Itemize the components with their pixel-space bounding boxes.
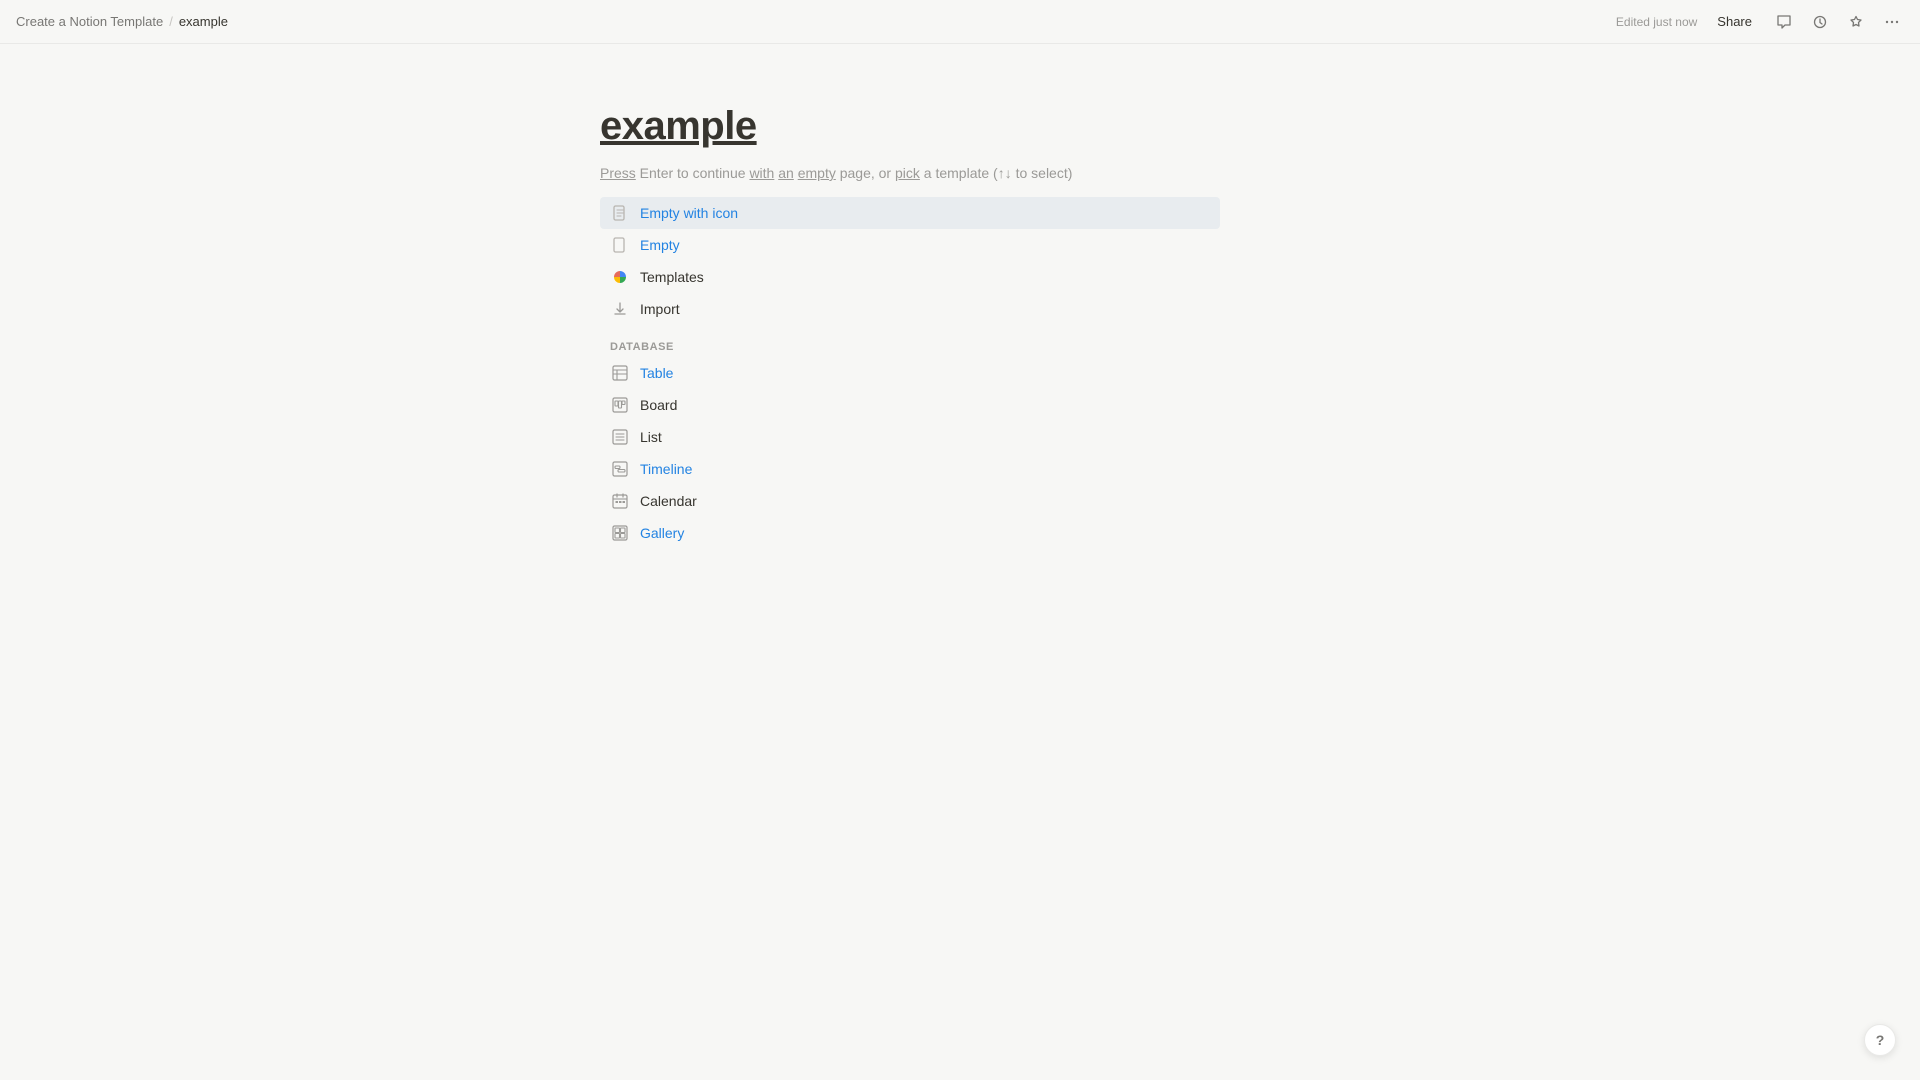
menu-item-calendar[interactable]: Calendar xyxy=(600,485,1220,517)
comment-icon[interactable] xyxy=(1772,10,1796,34)
empty-with-icon-label: Empty with icon xyxy=(640,205,738,221)
doc-icon-empty xyxy=(610,235,630,255)
menu-item-empty[interactable]: Empty xyxy=(600,229,1220,261)
page-body: example Press Enter to continue with an … xyxy=(600,104,1320,549)
list-label: List xyxy=(640,429,662,445)
hint-text: Press Enter to continue with an empty pa… xyxy=(600,165,1320,181)
menu-list: Empty with icon Empty xyxy=(600,197,1220,325)
main-content: example Press Enter to continue with an … xyxy=(0,44,1920,549)
calendar-icon xyxy=(610,491,630,511)
import-label: Import xyxy=(640,301,680,317)
breadcrumb-current: example xyxy=(179,14,228,29)
topbar-actions: Edited just now Share xyxy=(1616,10,1904,34)
templates-icon xyxy=(610,267,630,287)
hint-with: with xyxy=(749,165,774,181)
page-title: example xyxy=(600,104,1320,149)
menu-item-list[interactable]: List xyxy=(600,421,1220,453)
doc-icon xyxy=(610,203,630,223)
menu-item-import[interactable]: Import xyxy=(600,293,1220,325)
history-icon[interactable] xyxy=(1808,10,1832,34)
menu-item-timeline[interactable]: Timeline xyxy=(600,453,1220,485)
timeline-label: Timeline xyxy=(640,461,692,477)
menu-item-gallery[interactable]: Gallery xyxy=(600,517,1220,549)
menu-item-templates[interactable]: Templates xyxy=(600,261,1220,293)
menu-item-empty-with-icon[interactable]: Empty with icon xyxy=(600,197,1220,229)
hint-empty: empty xyxy=(798,165,836,181)
gallery-icon xyxy=(610,523,630,543)
list-icon xyxy=(610,427,630,447)
calendar-label: Calendar xyxy=(640,493,697,509)
help-button[interactable]: ? xyxy=(1864,1024,1896,1056)
hint-press: Press xyxy=(600,165,636,181)
topbar: Create a Notion Template / example Edite… xyxy=(0,0,1920,44)
breadcrumb: Create a Notion Template / example xyxy=(16,14,228,29)
more-options-icon[interactable] xyxy=(1880,10,1904,34)
table-icon xyxy=(610,363,630,383)
board-label: Board xyxy=(640,397,677,413)
import-icon xyxy=(610,299,630,319)
hint-an: an xyxy=(778,165,794,181)
gallery-label: Gallery xyxy=(640,525,684,541)
templates-label: Templates xyxy=(640,269,704,285)
board-icon xyxy=(610,395,630,415)
breadcrumb-separator: / xyxy=(169,14,173,29)
menu-item-board[interactable]: Board xyxy=(600,389,1220,421)
edited-status: Edited just now xyxy=(1616,15,1697,29)
database-section-label: DATABASE xyxy=(600,325,1320,357)
table-label: Table xyxy=(640,365,673,381)
timeline-icon xyxy=(610,459,630,479)
favorite-icon[interactable] xyxy=(1844,10,1868,34)
empty-label: Empty xyxy=(640,237,680,253)
share-button[interactable]: Share xyxy=(1709,10,1760,33)
breadcrumb-parent[interactable]: Create a Notion Template xyxy=(16,14,163,29)
database-menu-list: Table Board xyxy=(600,357,1220,549)
hint-pick: pick xyxy=(895,165,920,181)
menu-item-table[interactable]: Table xyxy=(600,357,1220,389)
